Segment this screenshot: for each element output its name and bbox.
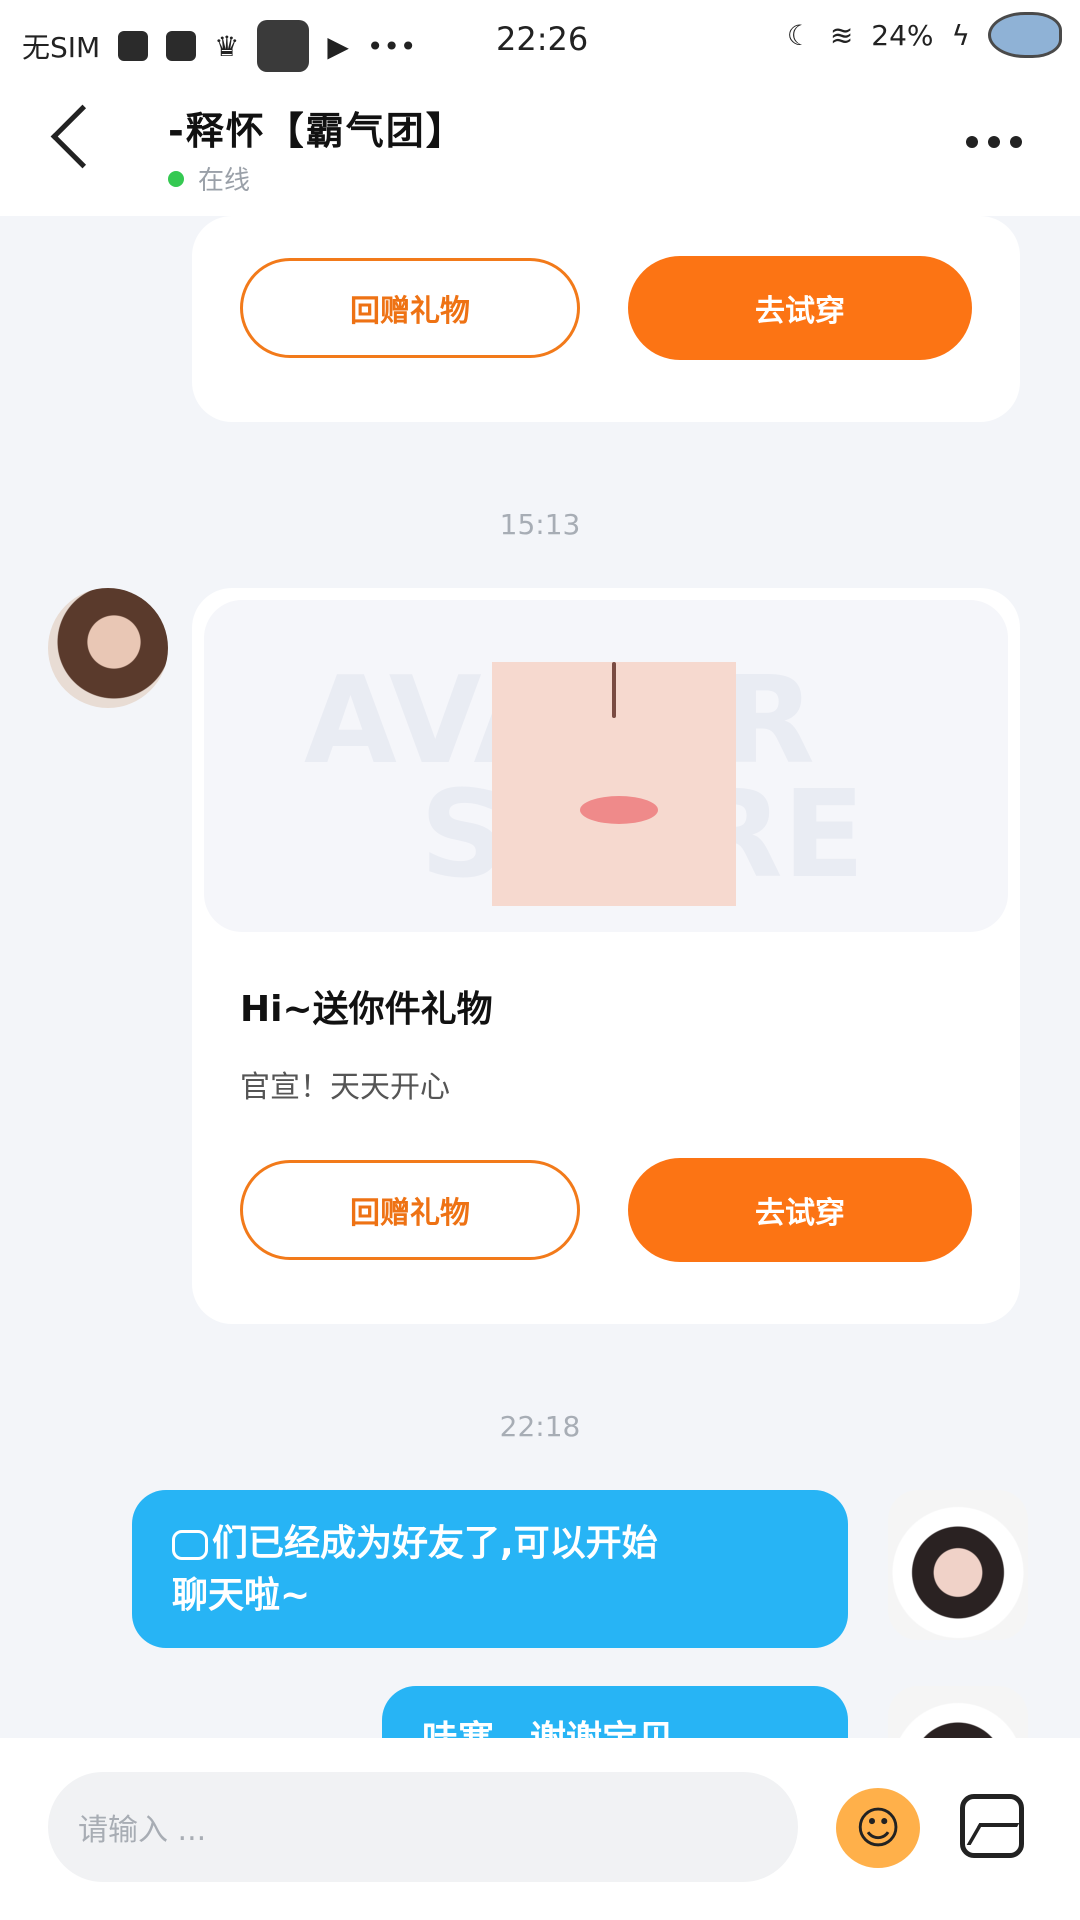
back-icon[interactable] [50, 104, 115, 169]
gift-face-image [492, 662, 736, 906]
message-input[interactable]: 请输入 ... [48, 1772, 798, 1882]
contact-name: -释怀【霸气团】 [168, 109, 466, 153]
online-dot-icon [168, 170, 184, 187]
online-label: 在线 [198, 166, 251, 196]
sticker-icon[interactable]: ☺ [836, 1788, 920, 1868]
status-bar: 无SIM ♛ ▶ ••• 22:26 ☾ ≋ 24% ϟ [0, 0, 1080, 78]
user-avatar[interactable] [888, 1490, 1028, 1640]
app-icon [166, 31, 197, 61]
battery-label: 24% [871, 18, 934, 52]
gift-preview[interactable]: AVATAR STORE [204, 600, 1008, 932]
crown-icon: ♛ [214, 29, 240, 63]
try-on-button[interactable]: 去试穿 [628, 256, 972, 360]
moon-icon: ☾ [786, 18, 812, 52]
gift-card: AVATAR STORE Hi~送你件礼物 官宣！天天开心 回赠礼物 去试穿 [192, 588, 1020, 1324]
video-icon: ▶ [327, 29, 349, 63]
contact-avatar[interactable] [48, 588, 168, 708]
more-options-icon[interactable] [966, 136, 1022, 148]
timestamp: 15:13 [499, 508, 581, 541]
input-bar: 请输入 ... ☺ [0, 1738, 1080, 1920]
gift-title: Hi~送你件礼物 [240, 989, 493, 1030]
status-right: ☾ ≋ 24% ϟ [787, 12, 1062, 58]
gift-message: 官宣！天天开心 [240, 1070, 450, 1105]
fish-icon [988, 12, 1062, 58]
message-bubble[interactable]: 们已经成为好友了,可以开始 聊天啦~ [132, 1490, 848, 1648]
try-on-button[interactable]: 去试穿 [628, 1158, 972, 1262]
message-text: 们已经成为好友了,可以开始 [212, 1523, 658, 1564]
gift-card: 回赠礼物 去试穿 [192, 216, 1020, 422]
online-status: 在线 [168, 160, 250, 197]
status-left: 无SIM ♛ ▶ ••• [22, 20, 416, 72]
wifi-icon: ≋ [829, 18, 854, 52]
shopping-bag-icon [118, 31, 149, 61]
more-notifications-icon: ••• [366, 29, 417, 63]
return-gift-button[interactable]: 回赠礼物 [240, 1160, 580, 1260]
carrier-label: 无SIM [22, 31, 101, 64]
timestamp: 22:18 [499, 1410, 581, 1443]
app-square-icon [257, 20, 310, 72]
chat-icon [172, 1530, 208, 1560]
clock: 22:26 [496, 20, 589, 58]
message-text: 聊天啦~ [172, 1575, 311, 1616]
charging-icon: ϟ [951, 18, 970, 52]
image-icon[interactable] [960, 1794, 1024, 1858]
chat-header: -释怀【霸气团】 在线 [0, 78, 1080, 216]
return-gift-button[interactable]: 回赠礼物 [240, 258, 580, 358]
